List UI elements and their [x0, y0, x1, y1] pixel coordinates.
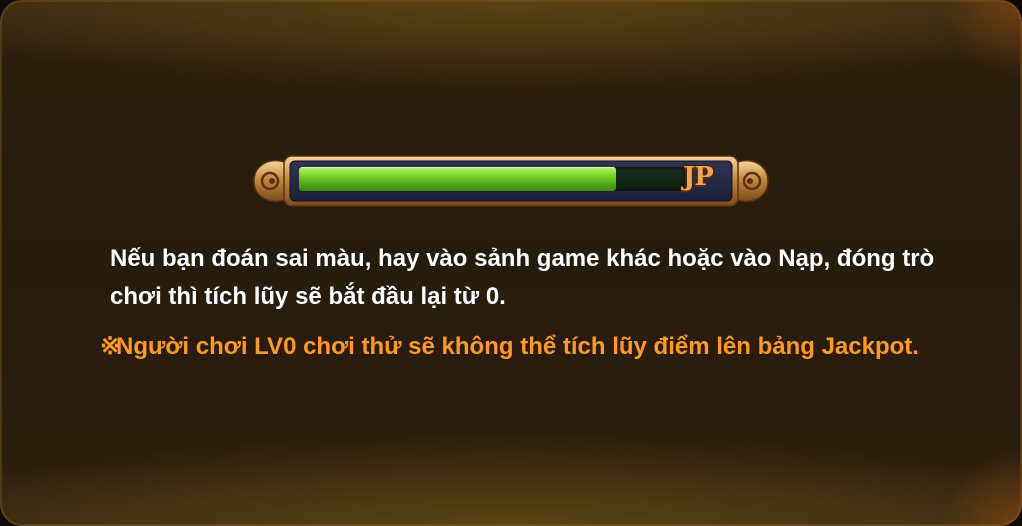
jackpot-fill	[299, 167, 616, 191]
corner-glow	[942, 0, 1022, 80]
jackpot-info-panel: JP Nếu bạn đoán sai màu, hay vào sảnh ga…	[0, 0, 1022, 526]
warning-text: Người chơi LV0 chơi thử sẽ không thể tíc…	[116, 333, 919, 360]
info-text-block: Nếu bạn đoán sai màu, hay vào sảnh game …	[100, 240, 940, 366]
reference-mark: ※	[100, 333, 121, 360]
jackpot-track	[299, 167, 685, 191]
jackpot-progress-bar: JP	[250, 153, 772, 209]
warning-notice: ※ Người chơi LV0 chơi thử sẽ không thể t…	[100, 328, 940, 366]
corner-glow	[942, 446, 1022, 526]
jackpot-label: JP	[683, 162, 714, 192]
notice-text: Nếu bạn đoán sai màu, hay vào sảnh game …	[110, 245, 935, 310]
